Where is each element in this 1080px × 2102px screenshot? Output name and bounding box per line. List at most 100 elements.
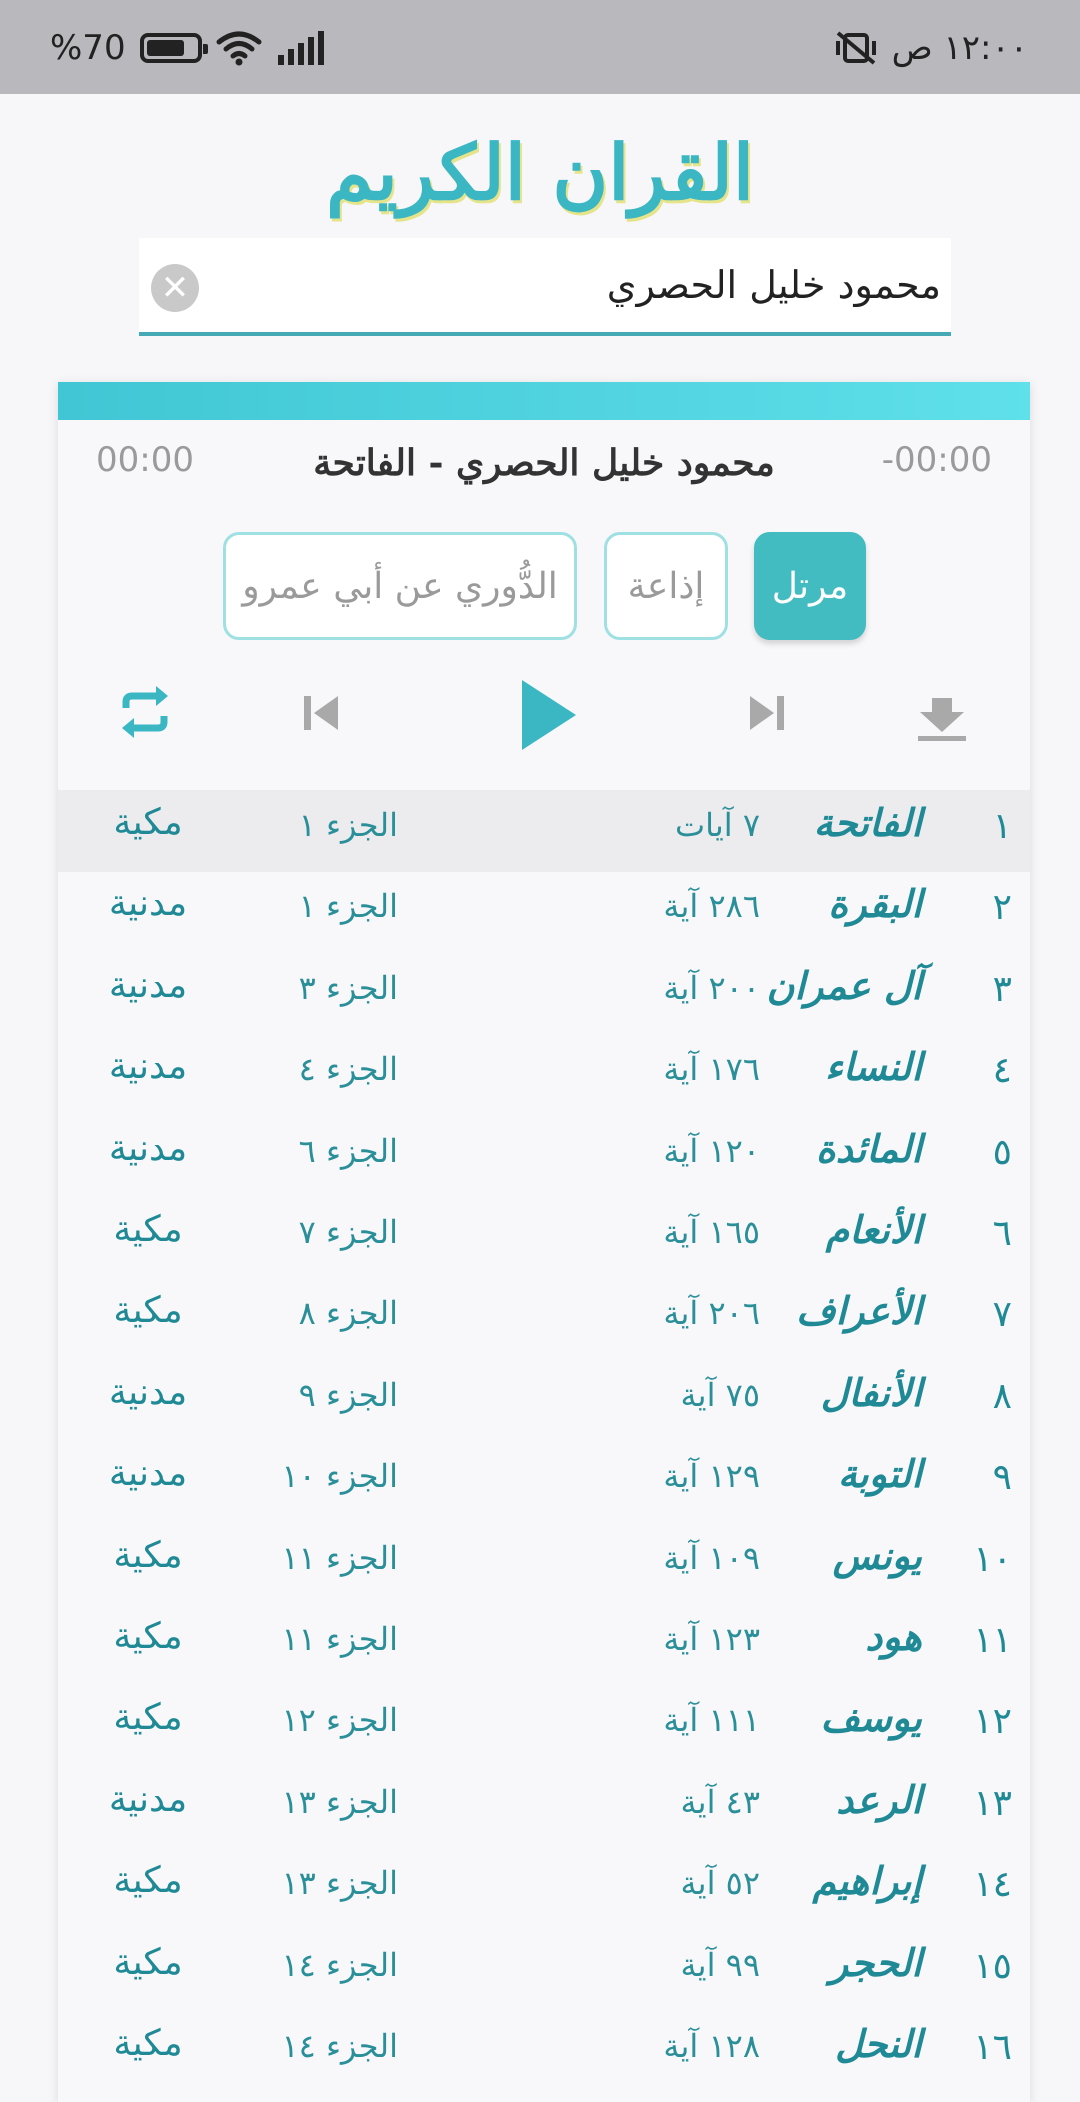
surah-juz: الجزء ١٢ [281, 1701, 398, 1740]
track-title: محمود خليل الحصري - الفاتحة [313, 442, 775, 484]
surah-ayat-count: ٢٨٦ آية [663, 887, 760, 926]
previous-track-icon[interactable] [302, 694, 342, 732]
surah-revelation-type: مكية [113, 802, 183, 843]
surah-row[interactable]: ١٠ يونس ١٠٩ آية الجزء ١١ مكية [58, 1523, 1030, 1605]
surah-row[interactable]: ٢ البقرة ٢٨٦ آية الجزء ١ مدنية [58, 871, 1030, 953]
surah-row[interactable]: ٥ المائدة ١٢٠ آية الجزء ٦ مدنية [58, 1116, 1030, 1198]
surah-row[interactable]: ١ الفاتحة ٧ آيات الجزء ١ مكية [58, 790, 1030, 872]
reciter-search-box: ✕ [139, 238, 951, 336]
surah-revelation-type: مكية [113, 1209, 183, 1250]
wifi-icon [216, 31, 262, 66]
signal-icon [277, 31, 324, 65]
surah-number: ٩ [992, 1457, 1012, 1499]
surah-number: ٦ [992, 1213, 1012, 1254]
mode-murattal-button[interactable]: مرتل [754, 532, 866, 640]
status-right: ١٢:٠٠ ص [834, 28, 1028, 68]
surah-revelation-type: مدنية [108, 1453, 188, 1495]
surah-number: ١٦ [973, 2027, 1012, 2068]
surah-revelation-type: مدنية [108, 1127, 188, 1169]
status-bar: %70 ١٢:٠٠ ص [0, 0, 1080, 94]
surah-revelation-type: مكية [113, 1860, 183, 1902]
surah-name: النساء [825, 1044, 922, 1090]
surah-number: ٨ [992, 1375, 1012, 1417]
clock: ١٢:٠٠ ص [891, 28, 1028, 68]
surah-ayat-count: ٥٢ آية [680, 1864, 761, 1903]
next-track-icon[interactable] [746, 694, 786, 732]
surah-juz: الجزء ١١ [281, 1620, 398, 1658]
surah-revelation-type: مدنية [108, 964, 188, 1006]
surah-juz: الجزء ١٤ [281, 1945, 398, 1984]
clear-search-icon[interactable]: ✕ [151, 264, 199, 312]
surah-number: ١٤ [973, 1864, 1012, 1906]
surah-ayat-count: ٧٥ آية [680, 1375, 761, 1414]
surah-revelation-type: مدنية [108, 1046, 188, 1088]
surah-name: الأنعام [825, 1207, 922, 1252]
download-icon[interactable] [916, 696, 968, 742]
surah-revelation-type: مدنية [108, 883, 188, 925]
surah-ayat-count: ٢٠٠ آية [663, 968, 760, 1007]
surah-juz: الجزء ٩ [298, 1375, 398, 1414]
surah-juz: الجزء ٧ [298, 1213, 398, 1251]
surah-juz: الجزء ١١ [281, 1538, 398, 1577]
surah-ayat-count: ١١١ آية [663, 1701, 760, 1740]
surah-row[interactable]: ٦ الأنعام ١٦٥ آية الجزء ٧ مكية [58, 1197, 1030, 1279]
surah-number: ١٢ [973, 1701, 1012, 1743]
riwaya-select-button[interactable]: الدُّوري عن أبي عمرو [223, 532, 577, 640]
surah-number: ١١ [973, 1620, 1012, 1661]
surah-revelation-type: مكية [113, 1941, 183, 1983]
surah-revelation-type: مكية [113, 1534, 183, 1576]
reciter-search-input[interactable] [219, 238, 941, 332]
surah-number: ١٥ [973, 1945, 1012, 1987]
surah-row[interactable]: ١٤ إبراهيم ٥٢ آية الجزء ١٣ مكية [58, 1848, 1030, 1930]
surah-juz: الجزء ١٤ [281, 2027, 398, 2065]
surah-row[interactable]: ١١ هود ١٢٣ آية الجزء ١١ مكية [58, 1604, 1030, 1686]
surah-row[interactable]: ٧ الأعراف ٢٠٦ آية الجزء ٨ مكية [58, 1278, 1030, 1360]
surah-row[interactable]: ٨ الأنفال ٧٥ آية الجزء ٩ مدنية [58, 1360, 1030, 1442]
surah-row[interactable]: ٣ آل عمران ٢٠٠ آية الجزء ٣ مدنية [58, 953, 1030, 1035]
surah-name: النحل [835, 2021, 922, 2066]
surah-row[interactable]: ١٦ النحل ١٢٨ آية الجزء ١٤ مكية [58, 2011, 1030, 2093]
surah-juz: الجزء ٨ [298, 1294, 398, 1333]
mode-broadcast-button[interactable]: إذاعة [604, 532, 728, 640]
surah-row[interactable]: ٩ التوبة ١٢٩ آية الجزء ١٠ مدنية [58, 1441, 1030, 1523]
surah-number: ٤ [992, 1050, 1012, 1092]
surah-juz: الجزء ٦ [298, 1131, 398, 1170]
surah-name: الأعراف [796, 1288, 922, 1334]
surah-juz: الجزء ٤ [298, 1050, 398, 1089]
surah-juz: الجزء ١٣ [281, 1864, 398, 1903]
surah-name: التوبة [837, 1451, 922, 1497]
surah-number: ١٠ [973, 1538, 1012, 1580]
surah-row[interactable]: ٤ النساء ١٧٦ آية الجزء ٤ مدنية [58, 1034, 1030, 1116]
surah-name: هود [865, 1614, 922, 1659]
surah-name: الأنفال [820, 1369, 922, 1415]
surah-name: إبراهيم [812, 1858, 922, 1904]
play-icon[interactable] [518, 678, 580, 752]
surah-ayat-count: ٧ آيات [674, 806, 760, 844]
repeat-icon[interactable] [116, 682, 174, 742]
elapsed-time: 00:00 [96, 440, 194, 480]
surah-ayat-count: ٢٠٦ آية [663, 1294, 760, 1333]
surah-row[interactable]: ١٣ الرعد ٤٣ آية الجزء ١٣ مدنية [58, 1767, 1030, 1849]
surah-number: ٣ [992, 968, 1012, 1010]
surah-ayat-count: ١٦٥ آية [663, 1213, 760, 1251]
battery-percent: %70 [50, 28, 126, 68]
surah-name: الفاتحة [813, 800, 922, 845]
surah-name: المائدة [815, 1125, 922, 1171]
vibrate-off-icon [835, 31, 876, 65]
surah-number: ٧ [992, 1294, 1012, 1336]
surah-ayat-count: ١٢٣ آية [663, 1620, 760, 1658]
surah-name: الرعد [836, 1776, 922, 1822]
surah-number: ٥ [992, 1131, 1012, 1173]
surah-ayat-count: ١٠٩ آية [663, 1538, 760, 1577]
surah-number: ١٣ [973, 1782, 1012, 1824]
surah-revelation-type: مدنية [108, 1778, 188, 1820]
surah-row[interactable]: ١٥ الحجر ٩٩ آية الجزء ١٤ مكية [58, 1930, 1030, 2012]
progress-bar[interactable] [58, 382, 1030, 420]
surah-ayat-count: ١٧٦ آية [663, 1050, 760, 1089]
surah-number: ١ [992, 806, 1012, 847]
surah-row[interactable]: ١٢ يوسف ١١١ آية الجزء ١٢ مكية [58, 1685, 1030, 1767]
player-card: 00:00 محمود خليل الحصري - الفاتحة -00:00… [58, 382, 1030, 2102]
surah-name: آل عمران [766, 962, 922, 1008]
surah-ayat-count: ٩٩ آية [680, 1945, 761, 1984]
battery-icon [139, 33, 208, 63]
